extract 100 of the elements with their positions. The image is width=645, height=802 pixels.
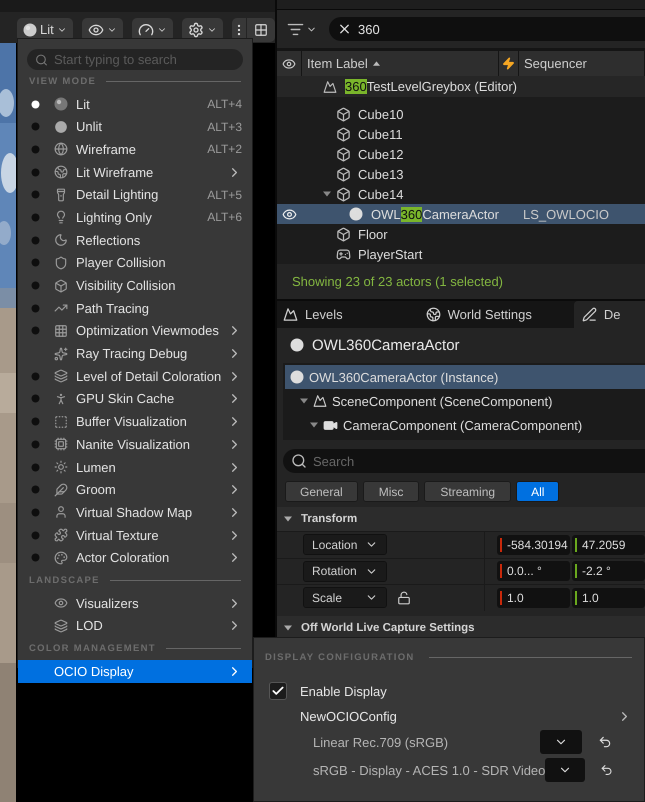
menu-item[interactable]: OCIO Display [18,660,252,683]
menu-item[interactable]: Lit Wireframe [18,160,252,184]
pen-icon [582,307,597,322]
reset-arrow-icon[interactable] [598,735,612,749]
lightbulb-icon [54,210,68,224]
expanded-arrow-icon[interactable] [323,190,331,198]
menu-item[interactable]: Path Tracing [18,296,252,320]
item-label: 360TestLevelGreybox (Editor) [345,79,517,94]
component-row[interactable]: SceneComponent (SceneComponent) [285,389,645,413]
search-field[interactable]: Search [283,449,645,473]
expanded-arrow-icon[interactable] [284,515,292,523]
shortcut-label: ALT+6 [207,210,242,224]
actor-name: OWL360CameraActor [312,336,460,354]
number-field[interactable]: -584.30194 [497,534,570,555]
filter-chip[interactable]: Streaming [424,481,512,502]
property-dropdown[interactable]: Scale [303,587,387,608]
menu-item[interactable]: Buffer Visualization [18,410,252,433]
number-field[interactable]: 1.0 [572,588,645,608]
expanded-arrow-icon[interactable] [284,624,292,632]
flashlight-icon [54,188,68,202]
shortcut-label: ALT+3 [207,120,242,134]
section-title: Transform [301,513,358,525]
menu-item[interactable]: LOD [18,614,252,638]
section-title: Off World Live Capture Settings [301,622,475,634]
panel-tab[interactable]: World Settings [426,301,574,328]
close-icon[interactable] [337,22,352,36]
grid-icon [254,22,268,36]
mountain-icon [283,307,298,322]
shortcut-label: ALT+2 [207,142,242,156]
item-label: Cube14 [358,186,404,202]
number-field[interactable]: -2.2 ° [572,561,645,582]
component-row[interactable]: CameraComponent (CameraComponent) [285,413,645,437]
expanded-arrow-icon[interactable] [310,421,318,429]
search-field[interactable]: 360 [329,17,645,41]
menu-item[interactable]: Ray Tracing Debug [18,342,252,365]
gauge-icon [138,22,154,38]
number-field[interactable]: 47.2059 [572,534,645,555]
checkbox[interactable] [269,682,287,700]
config-label: NewOCIOConfig [300,708,397,724]
item-label: Cube13 [358,166,404,182]
globe-icon [54,142,68,156]
dashed-square-icon [54,414,68,429]
eye-icon [54,596,68,610]
cube-icon [336,146,351,162]
item-label: Cube12 [358,146,404,162]
menu-item[interactable]: Virtual Shadow Map [18,501,252,524]
settings-icon [188,22,204,38]
property-dropdown[interactable]: Location [303,534,387,556]
check-icon [271,684,285,698]
menu-item[interactable]: Detail Lighting ALT+5 [18,183,252,206]
menu-item[interactable]: Groom [18,478,252,502]
shortcut-label: ALT+4 [207,97,242,112]
transform-label: sRGB - Display - ACES 1.0 - SDR Video [313,762,546,778]
menu-item[interactable]: Lumen [18,456,252,478]
menu-item[interactable]: Optimization Viewmodes [18,320,252,342]
item-label: Cube11 [358,126,403,142]
menu-item[interactable]: Virtual Texture [18,524,252,546]
menu-item[interactable]: Reflections [18,228,252,252]
menu-item[interactable]: GPU Skin Cache [18,388,252,410]
layout-button[interactable] [247,18,275,42]
gamepad-icon [336,246,351,262]
expanded-arrow-icon[interactable] [300,397,308,405]
menu-item[interactable]: Wireframe ALT+2 [18,138,252,161]
eye-icon [282,56,296,70]
outliner-row[interactable]: OWL360CameraActor LS_OWLOCIO [277,204,645,224]
menu-item[interactable]: Lighting Only ALT+6 [18,206,252,229]
item-label: OWL360CameraActor [371,206,499,222]
eye-icon[interactable] [282,206,297,222]
feather-icon [54,482,68,497]
globe-icon [54,165,68,180]
mountain-icon [313,394,327,408]
panel-tab[interactable]: Levels [277,301,426,328]
item-label: Floor [358,226,388,242]
puzzle-icon [54,528,68,542]
menu-item[interactable]: Player Collision [18,252,252,274]
filter-chip[interactable]: General [285,481,358,502]
menu-item[interactable]: Visibility Collision [18,274,252,297]
outliner-row[interactable]: 360TestLevelGreybox (Editor) [277,76,645,97]
shield-icon [54,256,68,270]
menu-item[interactable]: Visualizers [18,592,252,614]
menu-item[interactable]: Unlit ALT+3 [18,115,252,138]
menu-item[interactable]: Nanite Visualization [18,433,252,456]
cube-icon [336,226,351,242]
menu-item[interactable]: Actor Coloration [18,546,252,570]
menu-item[interactable]: Lit ALT+4 [18,92,252,116]
reset-arrow-icon[interactable] [600,763,614,777]
filter-chip[interactable]: All [516,481,560,502]
number-field[interactable]: 0.0... ° [497,561,570,582]
panel-tab[interactable]: De [574,301,645,328]
property-dropdown[interactable]: Rotation [303,560,387,582]
cube-icon [336,126,351,142]
search-icon [291,453,307,469]
filter-chip[interactable]: Misc [362,481,420,502]
cube-icon [54,278,68,293]
unlock-icon[interactable] [397,590,411,605]
layers-icon [54,618,68,633]
component-row[interactable]: OWL360CameraActor (Instance) [285,365,645,389]
number-field[interactable]: 1.0 [497,588,570,608]
sphere-icon [290,338,304,352]
menu-item[interactable]: Level of Detail Coloration [18,364,252,388]
